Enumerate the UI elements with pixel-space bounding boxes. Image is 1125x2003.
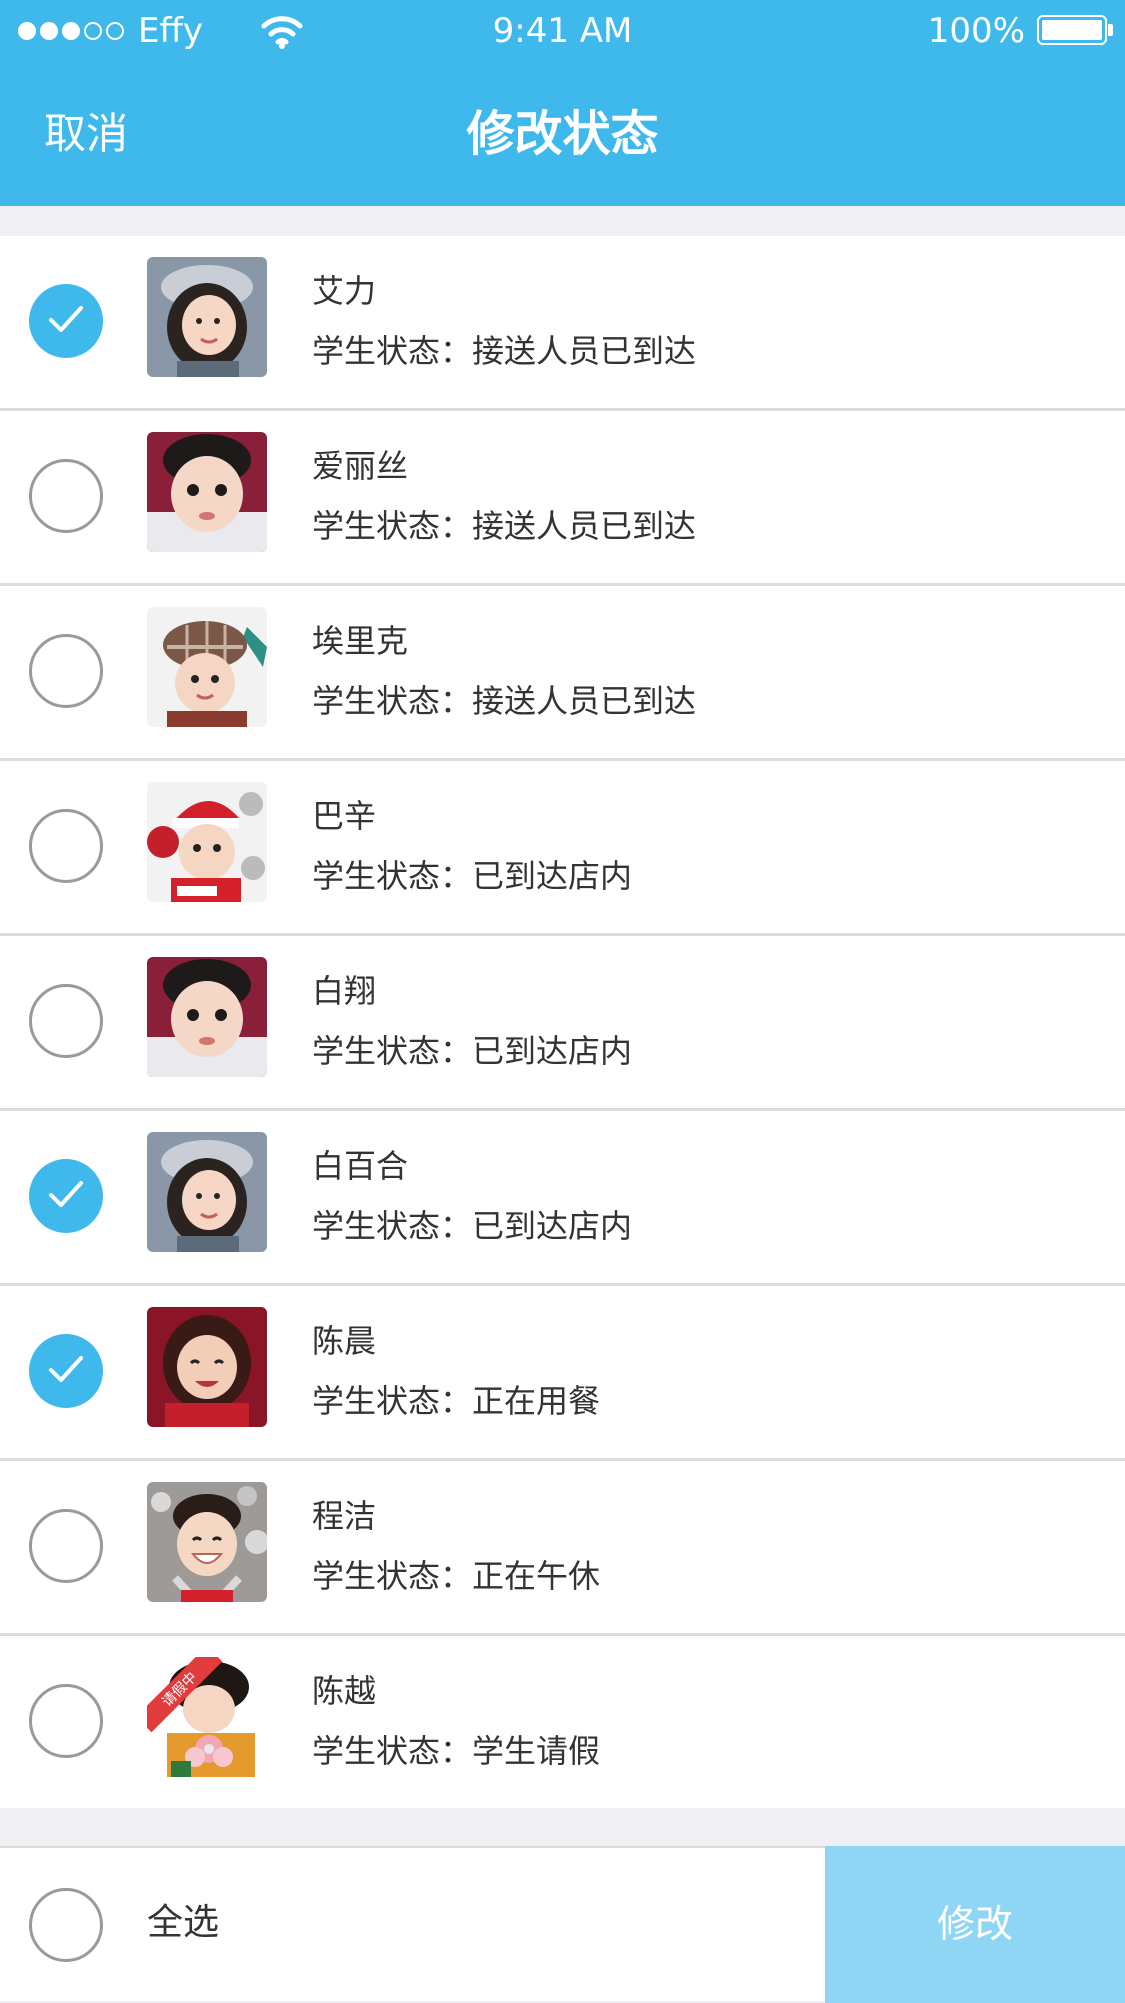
student-row[interactable]: 巴辛学生状态：已到达店内 xyxy=(0,761,1125,936)
student-status: 学生状态：已到达店内 xyxy=(312,1207,633,1245)
student-status: 学生状态：学生请假 xyxy=(312,1732,601,1770)
header: Effy 9:41 AM 100% 取消 修改状态 xyxy=(0,0,1125,206)
checkmark-icon xyxy=(49,306,83,332)
checkmark-icon xyxy=(49,1356,83,1382)
bottom-bar: 全选 修改 xyxy=(0,1846,1125,2003)
student-row[interactable]: 程洁学生状态：正在午休 xyxy=(0,1461,1125,1636)
avatar-image xyxy=(147,1482,267,1602)
student-avatar xyxy=(147,1482,267,1602)
student-name: 陈晨 xyxy=(312,1322,377,1360)
student-checkbox[interactable] xyxy=(29,1509,103,1583)
student-avatar xyxy=(147,432,267,552)
page-title: 修改状态 xyxy=(466,106,659,162)
avatar-image xyxy=(147,607,267,727)
student-name: 程洁 xyxy=(312,1497,377,1535)
student-row[interactable]: 埃里克学生状态：接送人员已到达 xyxy=(0,586,1125,761)
avatar-image: 请假中 xyxy=(147,1657,267,1777)
avatar-image xyxy=(147,782,267,902)
student-checkbox[interactable] xyxy=(29,284,103,358)
student-status: 学生状态：接送人员已到达 xyxy=(312,507,697,545)
student-checkbox[interactable] xyxy=(29,1684,103,1758)
student-avatar xyxy=(147,607,267,727)
student-checkbox[interactable] xyxy=(29,1334,103,1408)
student-name: 艾力 xyxy=(312,272,377,310)
student-row[interactable]: 艾力学生状态：接送人员已到达 xyxy=(0,236,1125,411)
checkmark-icon xyxy=(49,1181,83,1207)
battery-icon xyxy=(1037,15,1107,45)
student-avatar xyxy=(147,1132,267,1252)
battery-fill xyxy=(1042,20,1102,40)
student-status: 学生状态：正在午休 xyxy=(312,1557,601,1595)
student-status: 学生状态：已到达店内 xyxy=(312,1032,633,1070)
student-checkbox[interactable] xyxy=(29,809,103,883)
student-name: 白翔 xyxy=(312,972,377,1010)
student-status: 学生状态：已到达店内 xyxy=(312,857,633,895)
student-row[interactable]: 白翔学生状态：已到达店内 xyxy=(0,936,1125,1111)
battery-tip xyxy=(1108,24,1113,36)
student-checkbox[interactable] xyxy=(29,459,103,533)
student-checkbox[interactable] xyxy=(29,984,103,1058)
student-checkbox[interactable] xyxy=(29,1159,103,1233)
student-name: 陈越 xyxy=(312,1672,377,1710)
student-row[interactable]: 请假中 陈越学生状态：学生请假 xyxy=(0,1636,1125,1808)
student-row[interactable]: 白百合学生状态：已到达店内 xyxy=(0,1111,1125,1286)
select-all-checkbox[interactable] xyxy=(29,1888,103,1962)
avatar-image xyxy=(147,957,267,1077)
student-status: 学生状态：接送人员已到达 xyxy=(312,332,697,370)
student-row[interactable]: 陈晨学生状态：正在用餐 xyxy=(0,1286,1125,1461)
status-bar: Effy 9:41 AM 100% xyxy=(0,0,1125,62)
student-status: 学生状态：正在用餐 xyxy=(312,1382,601,1420)
avatar-image xyxy=(147,1132,267,1252)
student-avatar xyxy=(147,257,267,377)
avatar-image xyxy=(147,432,267,552)
student-name: 白百合 xyxy=(312,1147,409,1185)
avatar-image xyxy=(147,257,267,377)
student-avatar: 请假中 xyxy=(147,1657,267,1777)
avatar-image xyxy=(147,1307,267,1427)
student-avatar xyxy=(147,1307,267,1427)
student-status: 学生状态：接送人员已到达 xyxy=(312,682,697,720)
battery-percentage: 100% xyxy=(927,11,1025,51)
student-name: 巴辛 xyxy=(312,797,377,835)
modify-button[interactable]: 修改 xyxy=(825,1846,1125,2003)
student-checkbox[interactable] xyxy=(29,634,103,708)
student-avatar xyxy=(147,782,267,902)
student-list: 艾力 学生状态：接送人员已到达 爱丽丝 学生状态：接送人员已到达 埃里克 学生状态：接… xyxy=(0,236,1125,1808)
select-all-label[interactable]: 全选 xyxy=(147,1898,219,1948)
student-name: 埃里克 xyxy=(312,622,409,660)
student-row[interactable]: 爱丽丝学生状态：接送人员已到达 xyxy=(0,411,1125,586)
student-name: 爱丽丝 xyxy=(312,447,409,485)
student-avatar xyxy=(147,957,267,1077)
